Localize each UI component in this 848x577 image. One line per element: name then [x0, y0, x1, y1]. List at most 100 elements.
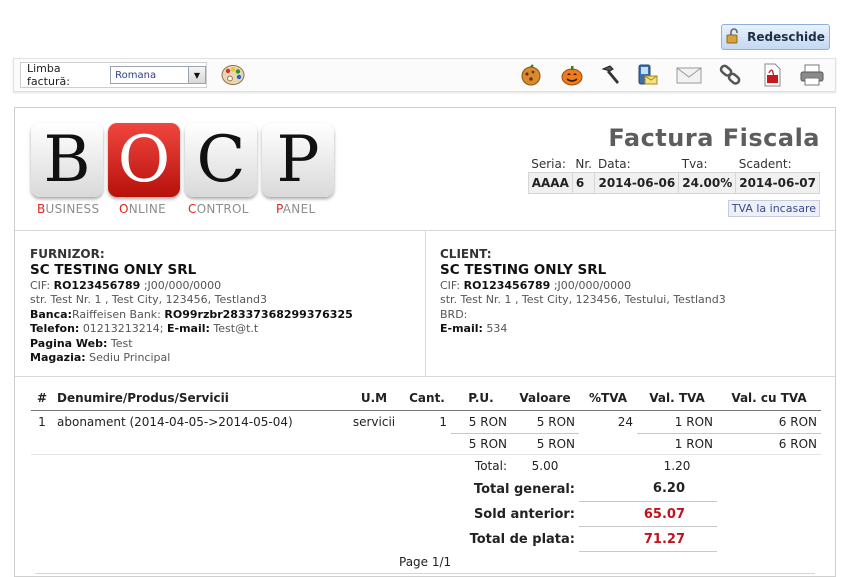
- phone-email-icon[interactable]: [634, 63, 660, 87]
- logo-word-panel: PANEL: [276, 202, 316, 216]
- cookie-icon[interactable]: [518, 63, 544, 87]
- col-header-vat-val: Val. TVA: [637, 385, 717, 411]
- supplier-label: FURNIZOR:: [30, 247, 105, 261]
- lock-open-icon: [726, 27, 742, 47]
- subtotal-vat-val: 1 RON: [674, 437, 713, 451]
- invoice-items-table: # Denumire/Produs/Servicii U.M Cant. P.U…: [31, 385, 821, 552]
- supplier-cif-line: CIF: RO123456789 ;J00/000/0000: [30, 278, 222, 292]
- printer-icon[interactable]: [799, 63, 825, 87]
- page-number: Page 1/1: [399, 555, 452, 569]
- items-header-row: # Denumire/Produs/Servicii U.M Cant. P.U…: [31, 385, 821, 411]
- row-vat-val: 1 RON: [637, 410, 717, 434]
- logo-word-control: CONTROL: [188, 202, 249, 216]
- chevron-down-icon: ▼: [188, 67, 205, 83]
- summary-value-general: 6.20: [579, 476, 717, 502]
- supplier-bank-line: Banca:Raiffeisen Bank: RO99rzbr283373682…: [30, 307, 353, 321]
- vat-on-collection-badge: TVA la incasare: [727, 200, 820, 217]
- logo-word-online: ONLINE: [119, 202, 167, 216]
- summary-value-previous-balance: 65.07: [579, 501, 717, 527]
- row-name: abonament (2014-04-05->2014-05-04): [57, 415, 293, 430]
- envelope-icon[interactable]: [676, 63, 702, 87]
- meta-header-series: Seria:: [531, 157, 566, 171]
- client-email-line: E-mail: 534: [440, 322, 508, 335]
- meta-header-due: Scadent:: [738, 157, 792, 171]
- total-vat: 1.20: [637, 454, 717, 477]
- client-name: SC TESTING ONLY SRL: [440, 261, 607, 278]
- col-header-vat-pct: %TVA: [579, 385, 637, 411]
- summary-row-previous-balance: Sold anterior: 65.07: [31, 501, 821, 527]
- meta-header-number: Nr.: [575, 157, 592, 171]
- invoice-sheet: B O C P BUSINESS ONLINE CONTROL PANEL Fa…: [14, 107, 836, 577]
- client-label: CLIENT:: [440, 247, 492, 261]
- invoice-title: Factura Fiscala: [608, 124, 820, 152]
- subtotal-pu: 5 RON: [468, 437, 507, 451]
- meta-series: AAAA: [527, 172, 573, 194]
- subtotal-with-vat: 6 RON: [778, 437, 817, 451]
- supplier-contact-line: Telefon: 01213213214; E-mail: Test@t.t: [30, 322, 259, 335]
- summary-label-total-due: Total de plata:: [469, 531, 575, 547]
- bottom-divider: [35, 573, 815, 574]
- meta-header-vat: Tva:: [681, 157, 708, 171]
- row-with-vat: 6 RON: [717, 410, 821, 434]
- logo-letter-c: C: [185, 123, 257, 197]
- logo-letter-b: B: [31, 123, 103, 197]
- parties-section: FURNIZOR: SC TESTING ONLY SRL CIF: RO123…: [15, 230, 835, 377]
- language-selector-box: Limba factură: Romana ▼: [20, 62, 207, 88]
- language-label: Limba factură:: [27, 62, 70, 88]
- row-pu: 5 RON: [451, 410, 511, 434]
- supplier-address: str. Test Nr. 1 , Test City, 123456, Tes…: [30, 293, 268, 306]
- row-value: 5 RON: [511, 410, 579, 434]
- supplier-block: FURNIZOR: SC TESTING ONLY SRL CIF: RO123…: [30, 247, 353, 366]
- col-header-nr: #: [31, 385, 53, 411]
- col-header-um: U.M: [345, 385, 403, 411]
- palette-icon[interactable]: [221, 64, 245, 86]
- meta-number: 6: [571, 172, 596, 194]
- summary-value-total-due: 71.27: [579, 526, 717, 552]
- col-header-name: Denumire/Produs/Servicii: [53, 385, 345, 411]
- row-um: servicii: [352, 415, 396, 430]
- meta-date: 2014-06-06: [594, 172, 680, 194]
- subtotal-value: 5 RON: [536, 437, 575, 451]
- invoice-toolbar: Limba factură: Romana ▼: [13, 58, 836, 92]
- pdf-icon[interactable]: [759, 63, 785, 87]
- supplier-name: SC TESTING ONLY SRL: [30, 261, 197, 278]
- col-header-pu: P.U.: [451, 385, 511, 411]
- link-icon[interactable]: [718, 63, 744, 87]
- parties-divider: [425, 231, 426, 376]
- pumpkin-icon[interactable]: [559, 63, 585, 87]
- client-address: str. Test Nr. 1 , Test City, 123456, Tes…: [440, 293, 726, 306]
- summary-row-total-due: Total de plata: 71.27: [31, 526, 821, 552]
- reopen-button[interactable]: Redeschide: [721, 24, 830, 50]
- language-value: Romana: [115, 69, 157, 81]
- summary-label-general: Total general:: [473, 481, 575, 497]
- invoice-meta-table: Seria: Nr. Data: Tva: Scadent: AAAA 6 20…: [527, 156, 820, 194]
- col-header-with-vat: Val. cu TVA: [717, 385, 821, 411]
- summary-label-previous-balance: Sold anterior:: [473, 506, 575, 522]
- row-qty: 1: [439, 415, 447, 430]
- supplier-store-line: Magazia: Sediu Principal: [30, 351, 171, 364]
- col-header-value: Valoare: [511, 385, 579, 411]
- reopen-button-label: Redeschide: [747, 30, 825, 44]
- row-vat-pct: 24: [617, 415, 633, 430]
- client-block: CLIENT: SC TESTING ONLY SRL CIF: RO12345…: [440, 247, 726, 337]
- meta-vat: 24.00%: [678, 172, 737, 194]
- supplier-web-line: Pagina Web: Test: [30, 336, 133, 350]
- summary-row-general: Total general: 6.20: [31, 476, 821, 502]
- total-value: 5.00: [511, 454, 579, 477]
- total-row: Total: 5.00 1.20: [31, 454, 821, 477]
- total-label: Total:: [451, 454, 511, 477]
- logo-word-business: BUSINESS: [37, 202, 100, 216]
- language-select[interactable]: Romana ▼: [110, 66, 206, 84]
- meta-due: 2014-06-07: [735, 172, 820, 194]
- row-nr: 1: [38, 415, 46, 430]
- client-cif-line: CIF: RO123456789 ;J00/000/0000: [440, 278, 632, 292]
- subtotal-row: 5 RON 5 RON 1 RON 6 RON: [31, 434, 821, 455]
- meta-header-date: Data:: [597, 157, 631, 171]
- table-row: 1 abonament (2014-04-05->2014-05-04) ser…: [31, 410, 821, 434]
- hammer-icon[interactable]: [598, 63, 624, 87]
- client-brd: BRD:: [440, 307, 468, 321]
- logo-letter-p: P: [262, 123, 334, 197]
- col-header-qty: Cant.: [403, 385, 451, 411]
- company-logo: B O C P BUSINESS ONLINE CONTROL PANEL: [31, 123, 336, 218]
- logo-letter-o: O: [108, 123, 180, 197]
